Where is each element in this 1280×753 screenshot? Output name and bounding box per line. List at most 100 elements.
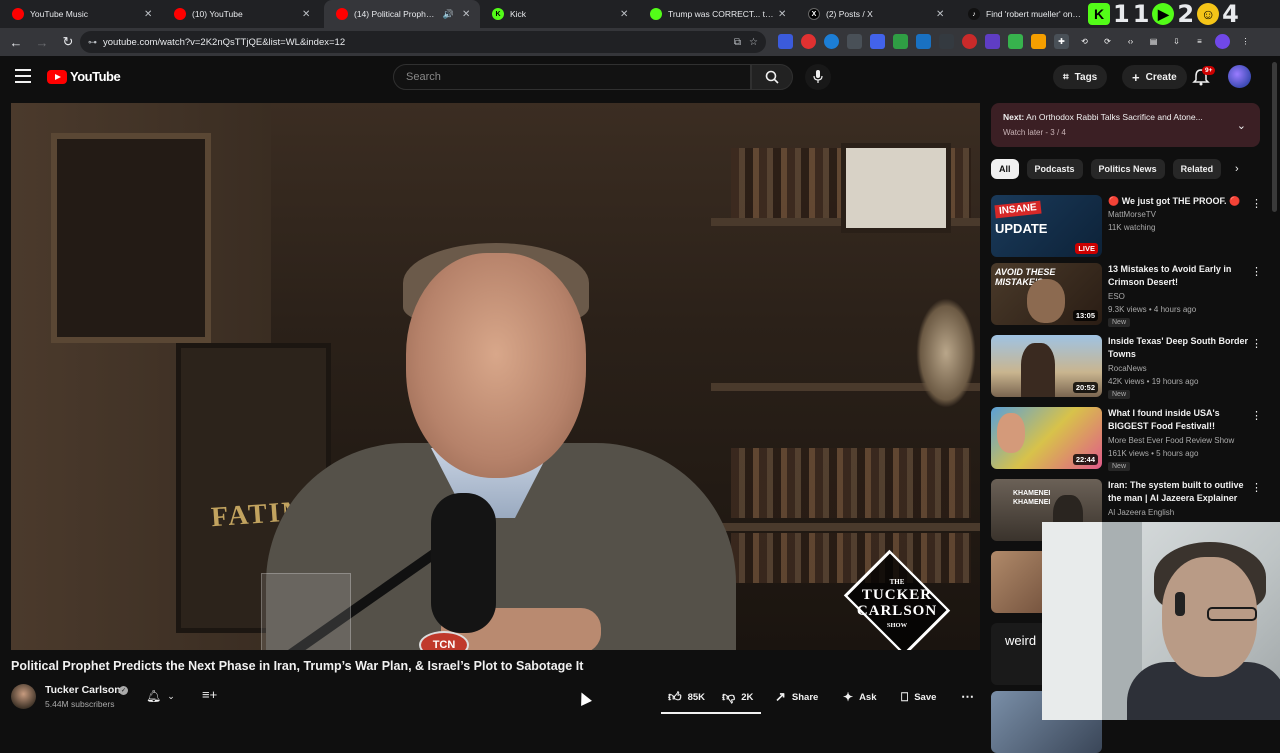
more-vertical-icon[interactable]: ⋮	[1251, 197, 1262, 210]
chip-all[interactable]: All	[991, 159, 1019, 179]
video-thumbnail[interactable]: 20:52	[991, 335, 1102, 397]
sidebar-icon[interactable]: ▤	[1146, 34, 1161, 49]
extension-icon[interactable]	[1008, 34, 1023, 49]
puzzle-icon[interactable]: ✚	[1054, 34, 1069, 49]
tab-youtube[interactable]: (10) YouTube ✕	[162, 0, 320, 28]
sync-icon[interactable]: ⟳	[1100, 34, 1115, 49]
extension-icon[interactable]	[985, 34, 1000, 49]
more-vertical-icon[interactable]: ⋮	[1251, 409, 1262, 422]
recommendation-channel[interactable]: Al Jazeera English	[1108, 508, 1174, 517]
share-button[interactable]: ↗ Share	[775, 685, 818, 709]
recommendation-channel[interactable]: ESO	[1108, 292, 1125, 301]
recommendation-item[interactable]: AVOID THESE MISTAKE'S 13:05 13 Mistakes …	[991, 263, 1262, 327]
extension-icon[interactable]	[870, 34, 885, 49]
dislike-button[interactable]: 👎︎ 2K	[722, 685, 753, 709]
extension-icon[interactable]	[801, 34, 816, 49]
extension-icon[interactable]	[847, 34, 862, 49]
more-vertical-icon[interactable]: ⋮	[1251, 265, 1262, 278]
chip-politics-news[interactable]: Politics News	[1090, 159, 1165, 179]
tab-kick[interactable]: K Kick ✕	[480, 0, 638, 28]
recommendation-title[interactable]: What I found inside USA's BIGGEST Food F…	[1108, 407, 1248, 433]
extension-icon[interactable]	[824, 34, 839, 49]
menu-kebab-icon[interactable]: ⋮	[1238, 34, 1253, 49]
extension-icon[interactable]	[778, 34, 793, 49]
install-icon[interactable]: ⧉	[734, 37, 741, 48]
recommendation-title[interactable]: 13 Mistakes to Avoid Early in Crimson De…	[1108, 263, 1248, 289]
download-icon[interactable]: ⇩	[1169, 34, 1184, 49]
tags-button[interactable]: ⌗ Tags	[1053, 65, 1108, 89]
recommendation-title[interactable]: Inside Texas' Deep South Border Towns	[1108, 335, 1248, 361]
playlist-next-panel[interactable]: Next: An Orthodox Rabbi Talks Sacrifice …	[991, 103, 1260, 147]
extension-icon[interactable]	[893, 34, 908, 49]
recommendation-channel[interactable]: More Best Ever Food Review Show	[1108, 436, 1234, 445]
recommendation-channel[interactable]: RocaNews	[1108, 364, 1147, 373]
reload-icon[interactable]: ↻	[58, 32, 78, 52]
recommendation-item[interactable]: 20:52 Inside Texas' Deep South Border To…	[991, 335, 1262, 399]
thumbnail-face	[1027, 279, 1065, 323]
search-input[interactable]: Search	[393, 64, 751, 90]
recommendation-meta: 161K views • 5 hours ago	[1108, 449, 1199, 458]
video-thumbnail[interactable]: 22:44	[991, 407, 1102, 469]
add-to-playlist-icon[interactable]: ≡+	[202, 687, 217, 702]
page-scrollbar[interactable]	[1272, 62, 1277, 212]
extension-icon[interactable]	[1031, 34, 1046, 49]
tab-x-posts[interactable]: X (2) Posts / X ✕	[796, 0, 954, 28]
recommendation-channel[interactable]: MattMorseTV	[1108, 210, 1156, 219]
chevron-down-icon[interactable]: ⌄	[1237, 119, 1246, 132]
forward-icon[interactable]: →	[32, 32, 52, 52]
close-icon[interactable]: ✕	[936, 9, 946, 20]
history-icon[interactable]: ⟲	[1077, 34, 1092, 49]
video-thumbnail[interactable]: INSANE UPDATE LIVE	[991, 195, 1102, 257]
ask-button[interactable]: ✦ Ask	[843, 685, 877, 709]
subscription-notifications-button[interactable]: 🔔︎ ⌄	[146, 685, 192, 707]
speaker-icon[interactable]: 🔊	[443, 9, 454, 20]
like-button[interactable]: 👍︎ 85K	[668, 685, 705, 709]
more-vertical-icon[interactable]: ⋮	[1251, 337, 1262, 350]
more-horizontal-icon: ⋯	[961, 689, 974, 704]
tab-label: Trump was CORRECT... the D	[668, 9, 774, 19]
youtube-logo[interactable]: YouTube	[47, 69, 121, 84]
code-icon[interactable]: ‹›	[1123, 34, 1138, 49]
tab-tiktok[interactable]: ♪ Find 'robert mueller' on TikTok	[956, 0, 1090, 28]
url-text[interactable]: youtube.com/watch?v=2K2nQsTTjQE&list=WL&…	[103, 37, 734, 48]
close-icon[interactable]: ✕	[778, 9, 788, 20]
tab-trump-correct[interactable]: Trump was CORRECT... the D ✕	[638, 0, 796, 28]
close-icon[interactable]: ✕	[144, 9, 154, 20]
site-info-icon[interactable]: ⊶	[88, 37, 97, 48]
recommendation-item[interactable]: INSANE UPDATE LIVE 🔴 We just got THE PRO…	[991, 195, 1262, 257]
sparkle-icon: ✦	[843, 690, 854, 704]
channel-avatar[interactable]	[11, 684, 36, 709]
search-button[interactable]	[751, 64, 793, 90]
bookmark-star-icon[interactable]: ☆	[749, 37, 758, 48]
extension-icon[interactable]	[962, 34, 977, 49]
close-icon[interactable]: ✕	[462, 9, 472, 20]
save-button[interactable]: ⎕ Save	[901, 685, 936, 709]
chip-related[interactable]: Related	[1172, 159, 1222, 179]
recommendation-title[interactable]: Iran: The system built to outlive the ma…	[1108, 479, 1248, 505]
chevron-right-icon[interactable]: ›	[1235, 163, 1239, 175]
close-icon[interactable]: ✕	[620, 9, 630, 20]
channel-name[interactable]: Tucker Carlson	[45, 684, 121, 696]
recommendation-item[interactable]: 22:44 What I found inside USA's BIGGEST …	[991, 407, 1262, 471]
tab-youtube-music[interactable]: YouTube Music ✕	[0, 0, 162, 28]
account-avatar[interactable]	[1228, 65, 1251, 88]
recommendation-title[interactable]: 🔴 We just got THE PROOF. 🔴	[1108, 195, 1248, 208]
close-icon[interactable]: ✕	[302, 9, 312, 20]
new-badge: New	[1108, 318, 1131, 327]
voice-search-button[interactable]	[805, 64, 831, 90]
extension-icon[interactable]	[939, 34, 954, 49]
create-button[interactable]: + Create	[1122, 65, 1187, 89]
youtube-favicon-icon	[174, 8, 186, 20]
hamburger-menu-icon[interactable]	[15, 69, 31, 83]
video-thumbnail[interactable]: AVOID THESE MISTAKE'S 13:05	[991, 263, 1102, 325]
more-vertical-icon[interactable]: ⋮	[1251, 481, 1262, 494]
address-bar[interactable]: ⊶ youtube.com/watch?v=2K2nQsTTjQE&list=W…	[80, 31, 766, 53]
profile-avatar[interactable]	[1215, 34, 1230, 49]
tab-political-prophet[interactable]: (14) Political Prophet Predic 🔊 ✕	[324, 0, 480, 28]
extension-icon[interactable]	[916, 34, 931, 49]
chip-podcasts[interactable]: Podcasts	[1026, 159, 1083, 179]
video-player[interactable]: FATIMA TCN THE TUCKER CARLSON SHOW	[11, 103, 980, 650]
back-icon[interactable]: ←	[6, 32, 26, 52]
more-actions-button[interactable]: ⋯	[961, 685, 974, 709]
media-icon[interactable]: ≡	[1192, 34, 1207, 49]
